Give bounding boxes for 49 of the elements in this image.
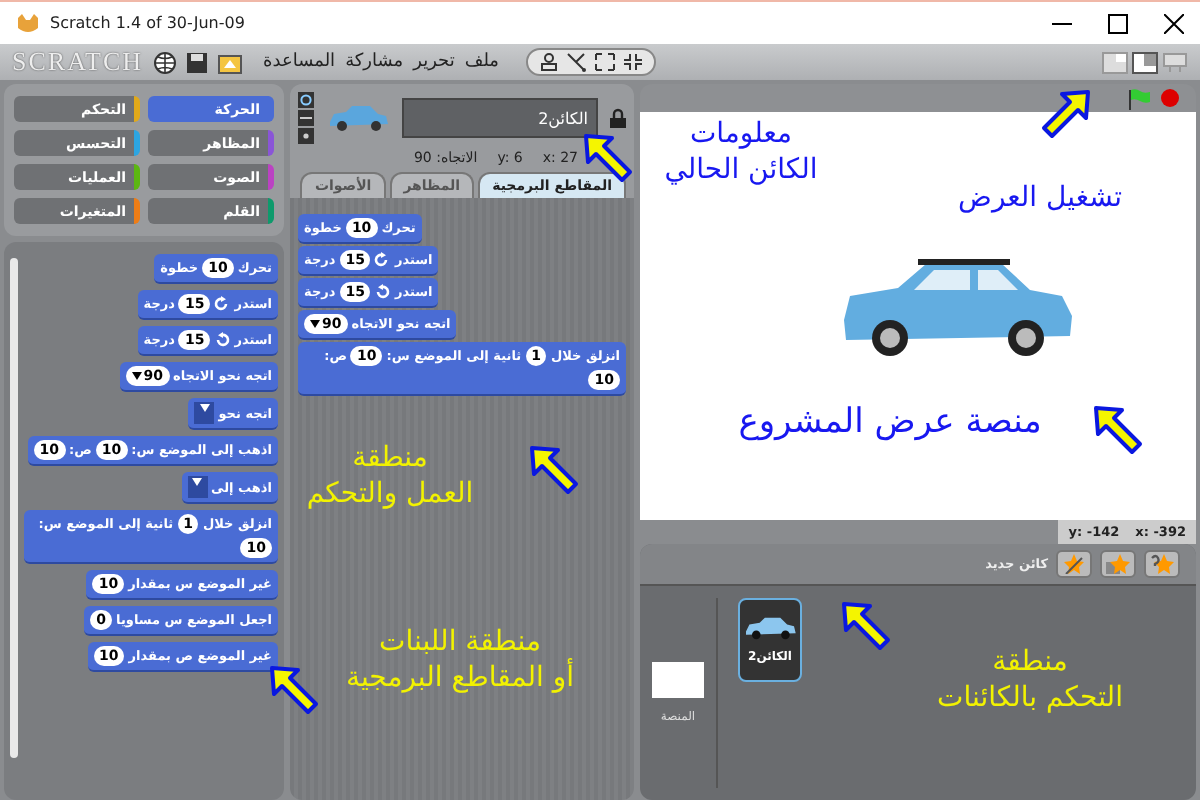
annotation-text: منصة عرض المشروع bbox=[736, 400, 1044, 445]
caret-icon bbox=[199, 404, 210, 412]
pointer-arrow-icon bbox=[268, 664, 320, 716]
stamp-tool-icon[interactable] bbox=[537, 52, 560, 72]
globe-icon[interactable] bbox=[153, 51, 176, 73]
car-icon bbox=[742, 616, 798, 640]
clockwise-arrow-icon bbox=[214, 296, 231, 312]
pointer-arrow-icon bbox=[1092, 404, 1144, 456]
lock-icon[interactable] bbox=[610, 108, 626, 128]
menu-item[interactable]: ملف bbox=[464, 52, 500, 72]
flag-icon[interactable] bbox=[1128, 87, 1152, 109]
menu-item[interactable]: تحرير bbox=[413, 52, 455, 72]
cat-app-icon bbox=[16, 11, 40, 35]
save-icon[interactable] bbox=[185, 51, 208, 73]
close-icon[interactable] bbox=[1164, 13, 1184, 33]
no-rotate-icon[interactable] bbox=[298, 128, 314, 144]
target-dropdown[interactable] bbox=[187, 476, 208, 498]
caret-icon bbox=[192, 478, 203, 486]
pointer-arrow-icon bbox=[528, 444, 580, 496]
car-thumbnail-icon bbox=[326, 104, 390, 132]
annotation-text: منطقة التحكم بالكائنات bbox=[935, 644, 1125, 717]
grow-tool-icon[interactable] bbox=[593, 52, 616, 72]
annotation-text: معلومات الكائن الحالي bbox=[662, 116, 820, 189]
surprise-sprite-button[interactable] bbox=[1144, 550, 1180, 578]
rotate-style-icon[interactable] bbox=[298, 92, 314, 108]
maximize-icon[interactable] bbox=[1108, 13, 1128, 33]
clockwise-arrow-icon bbox=[374, 252, 391, 268]
flip-style-icon[interactable] bbox=[298, 110, 314, 126]
scrollbar[interactable] bbox=[10, 258, 18, 758]
scratch-logo: SCRATCH bbox=[12, 46, 144, 78]
normal-stage-icon[interactable] bbox=[1132, 51, 1158, 73]
paint-sprite-button[interactable] bbox=[1056, 550, 1092, 578]
annotation-text: منطقة العمل والتحكم bbox=[304, 440, 476, 513]
shrink-tool-icon[interactable] bbox=[621, 52, 644, 72]
sprite-name-field[interactable]: الكائن2 bbox=[402, 98, 598, 138]
pointer-arrow-icon bbox=[1040, 88, 1092, 140]
window-title: Scratch 1.4 of 30-Jun-09 bbox=[50, 14, 245, 32]
caret-icon bbox=[131, 372, 142, 380]
counterclockwise-arrow-icon bbox=[374, 284, 391, 300]
caret-icon bbox=[310, 320, 320, 328]
pointer-arrow-icon bbox=[840, 600, 892, 652]
share-icon[interactable] bbox=[217, 51, 242, 73]
menu-item[interactable]: المساعدة bbox=[263, 52, 336, 72]
stage-thumbnail[interactable] bbox=[652, 662, 704, 698]
target-dropdown[interactable] bbox=[194, 402, 215, 424]
annotation-text: منطقة اللبنات أو المقاطع البرمجية bbox=[343, 624, 577, 697]
menu-item[interactable]: مشاركة bbox=[345, 52, 404, 72]
annotation-text: تشغيل العرض bbox=[956, 180, 1124, 217]
counterclockwise-arrow-icon bbox=[214, 332, 231, 348]
